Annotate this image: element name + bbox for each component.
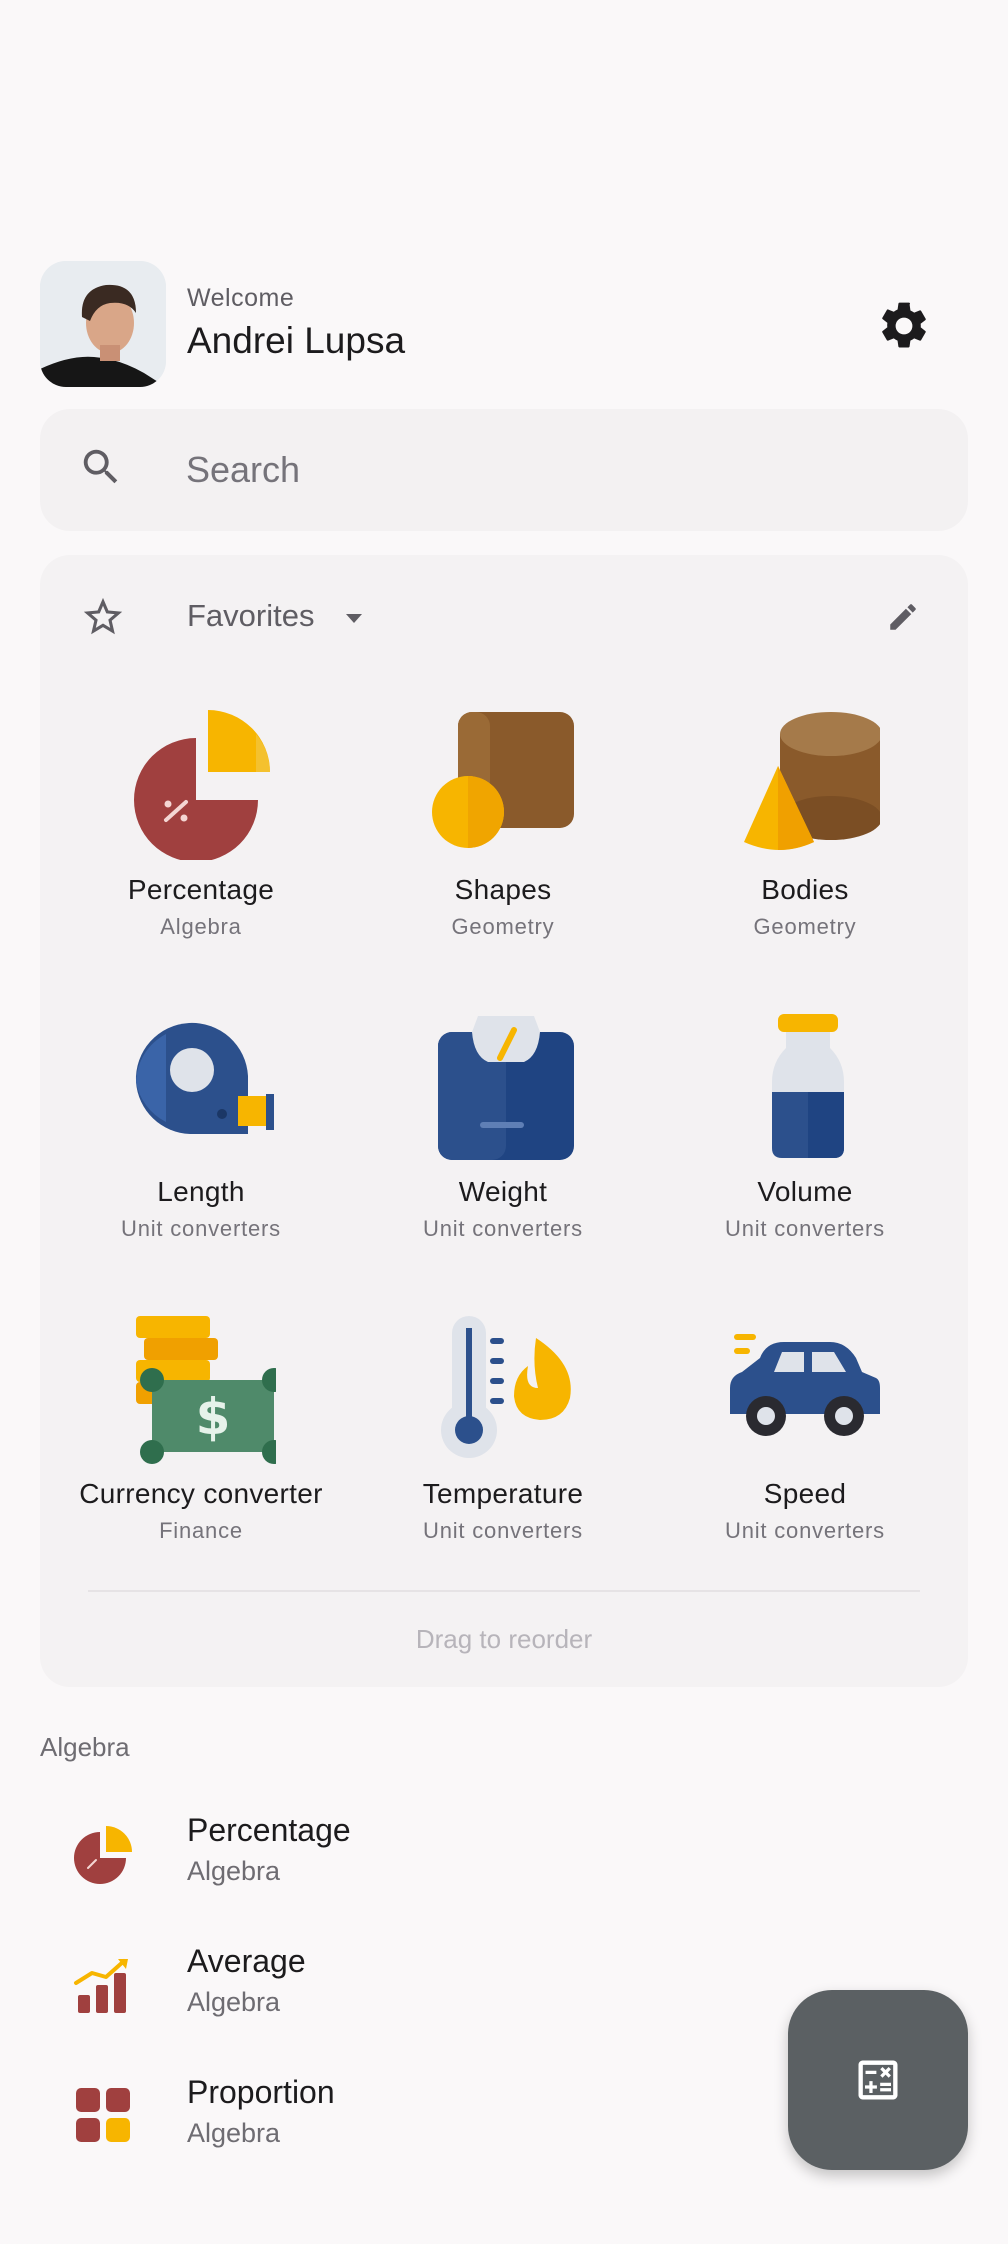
list-item-percentage[interactable]: Percentage Algebra xyxy=(0,1790,760,1920)
favorite-tile-bodies[interactable]: Bodies Geometry xyxy=(654,710,956,1000)
tile-name: Currency converter xyxy=(79,1478,323,1509)
tile-category: Geometry xyxy=(451,914,555,939)
thermometer-icon xyxy=(441,1316,571,1458)
bottle-icon xyxy=(772,1014,844,1158)
welcome-label: Welcome xyxy=(187,284,295,312)
tile-category: Finance xyxy=(159,1518,243,1543)
favorite-tile-weight[interactable]: Weight Unit converters xyxy=(352,1012,654,1302)
money-icon: $ xyxy=(136,1316,276,1464)
tile-category: Algebra xyxy=(160,914,242,939)
tile-name: Length xyxy=(157,1176,245,1207)
star-outline-icon xyxy=(80,594,126,640)
list-item-proportion[interactable]: Proportion Algebra xyxy=(0,2052,760,2182)
tile-category: Unit converters xyxy=(423,1216,583,1241)
tile-name: Speed xyxy=(763,1478,847,1509)
proportion-grid-icon xyxy=(76,2088,130,2142)
favorite-tile-currency-converter[interactable]: $ Currency converter Finance xyxy=(50,1314,352,1604)
search-input[interactable] xyxy=(186,440,886,500)
tape-measure-icon xyxy=(135,1022,274,1134)
favorite-tile-speed[interactable]: Speed Unit converters xyxy=(654,1314,956,1604)
section-label: Algebra xyxy=(40,1732,130,1762)
divider xyxy=(88,1590,920,1592)
tile-category: Unit converters xyxy=(725,1216,885,1241)
tile-category: Geometry xyxy=(753,914,857,939)
list-item-title: Proportion xyxy=(187,2074,335,2110)
gear-icon xyxy=(882,302,926,348)
percentage-pie-icon xyxy=(134,710,270,860)
tile-category: Unit converters xyxy=(423,1518,583,1543)
drag-hint: Drag to reorder xyxy=(415,1624,593,1654)
tile-name: Percentage xyxy=(127,874,275,905)
favorite-tile-volume[interactable]: Volume Unit converters xyxy=(654,1012,956,1302)
favorite-tile-length[interactable]: Length Unit converters xyxy=(50,1012,352,1302)
avatar-photo xyxy=(40,261,166,387)
average-chart-icon xyxy=(74,1959,128,2013)
tile-category: Unit converters xyxy=(121,1216,281,1241)
favorites-dropdown-label[interactable]: Favorites xyxy=(187,598,314,634)
settings-button[interactable] xyxy=(876,298,932,354)
list-item-title: Average xyxy=(187,1943,306,1979)
percentage-pie-icon xyxy=(74,1826,132,1884)
favorite-tile-shapes[interactable]: Shapes Geometry xyxy=(352,710,654,1000)
list-item-title: Percentage xyxy=(187,1812,351,1848)
tile-name: Weight xyxy=(458,1176,548,1207)
list-item-subtitle: Algebra xyxy=(187,1987,281,2017)
caret-down-icon[interactable] xyxy=(340,606,368,630)
tile-name: Shapes xyxy=(454,874,552,905)
user-name: Andrei Lupsa xyxy=(187,320,406,361)
shapes-icon xyxy=(432,712,574,848)
favorite-tile-temperature[interactable]: Temperature Unit converters xyxy=(352,1314,654,1604)
list-item-average[interactable]: Average Algebra xyxy=(0,1921,760,2051)
avatar[interactable] xyxy=(40,261,166,387)
calculator-fab[interactable] xyxy=(788,1990,968,2170)
car-icon xyxy=(730,1334,880,1436)
list-item-subtitle: Algebra xyxy=(187,2118,281,2148)
tile-name: Volume xyxy=(757,1176,853,1207)
calculator-icon xyxy=(858,2060,898,2100)
tile-name: Temperature xyxy=(422,1478,584,1509)
search-icon xyxy=(78,444,124,490)
svg-text:$: $ xyxy=(196,1388,231,1446)
tile-name: Bodies xyxy=(761,874,849,905)
bodies-icon xyxy=(744,712,880,850)
tile-category: Unit converters xyxy=(725,1518,885,1543)
favorite-tile-percentage[interactable]: Percentage Algebra xyxy=(50,710,352,1000)
list-item-subtitle: Algebra xyxy=(187,1856,281,1886)
edit-pencil-icon[interactable] xyxy=(886,600,920,634)
weight-box-icon xyxy=(438,1016,574,1160)
